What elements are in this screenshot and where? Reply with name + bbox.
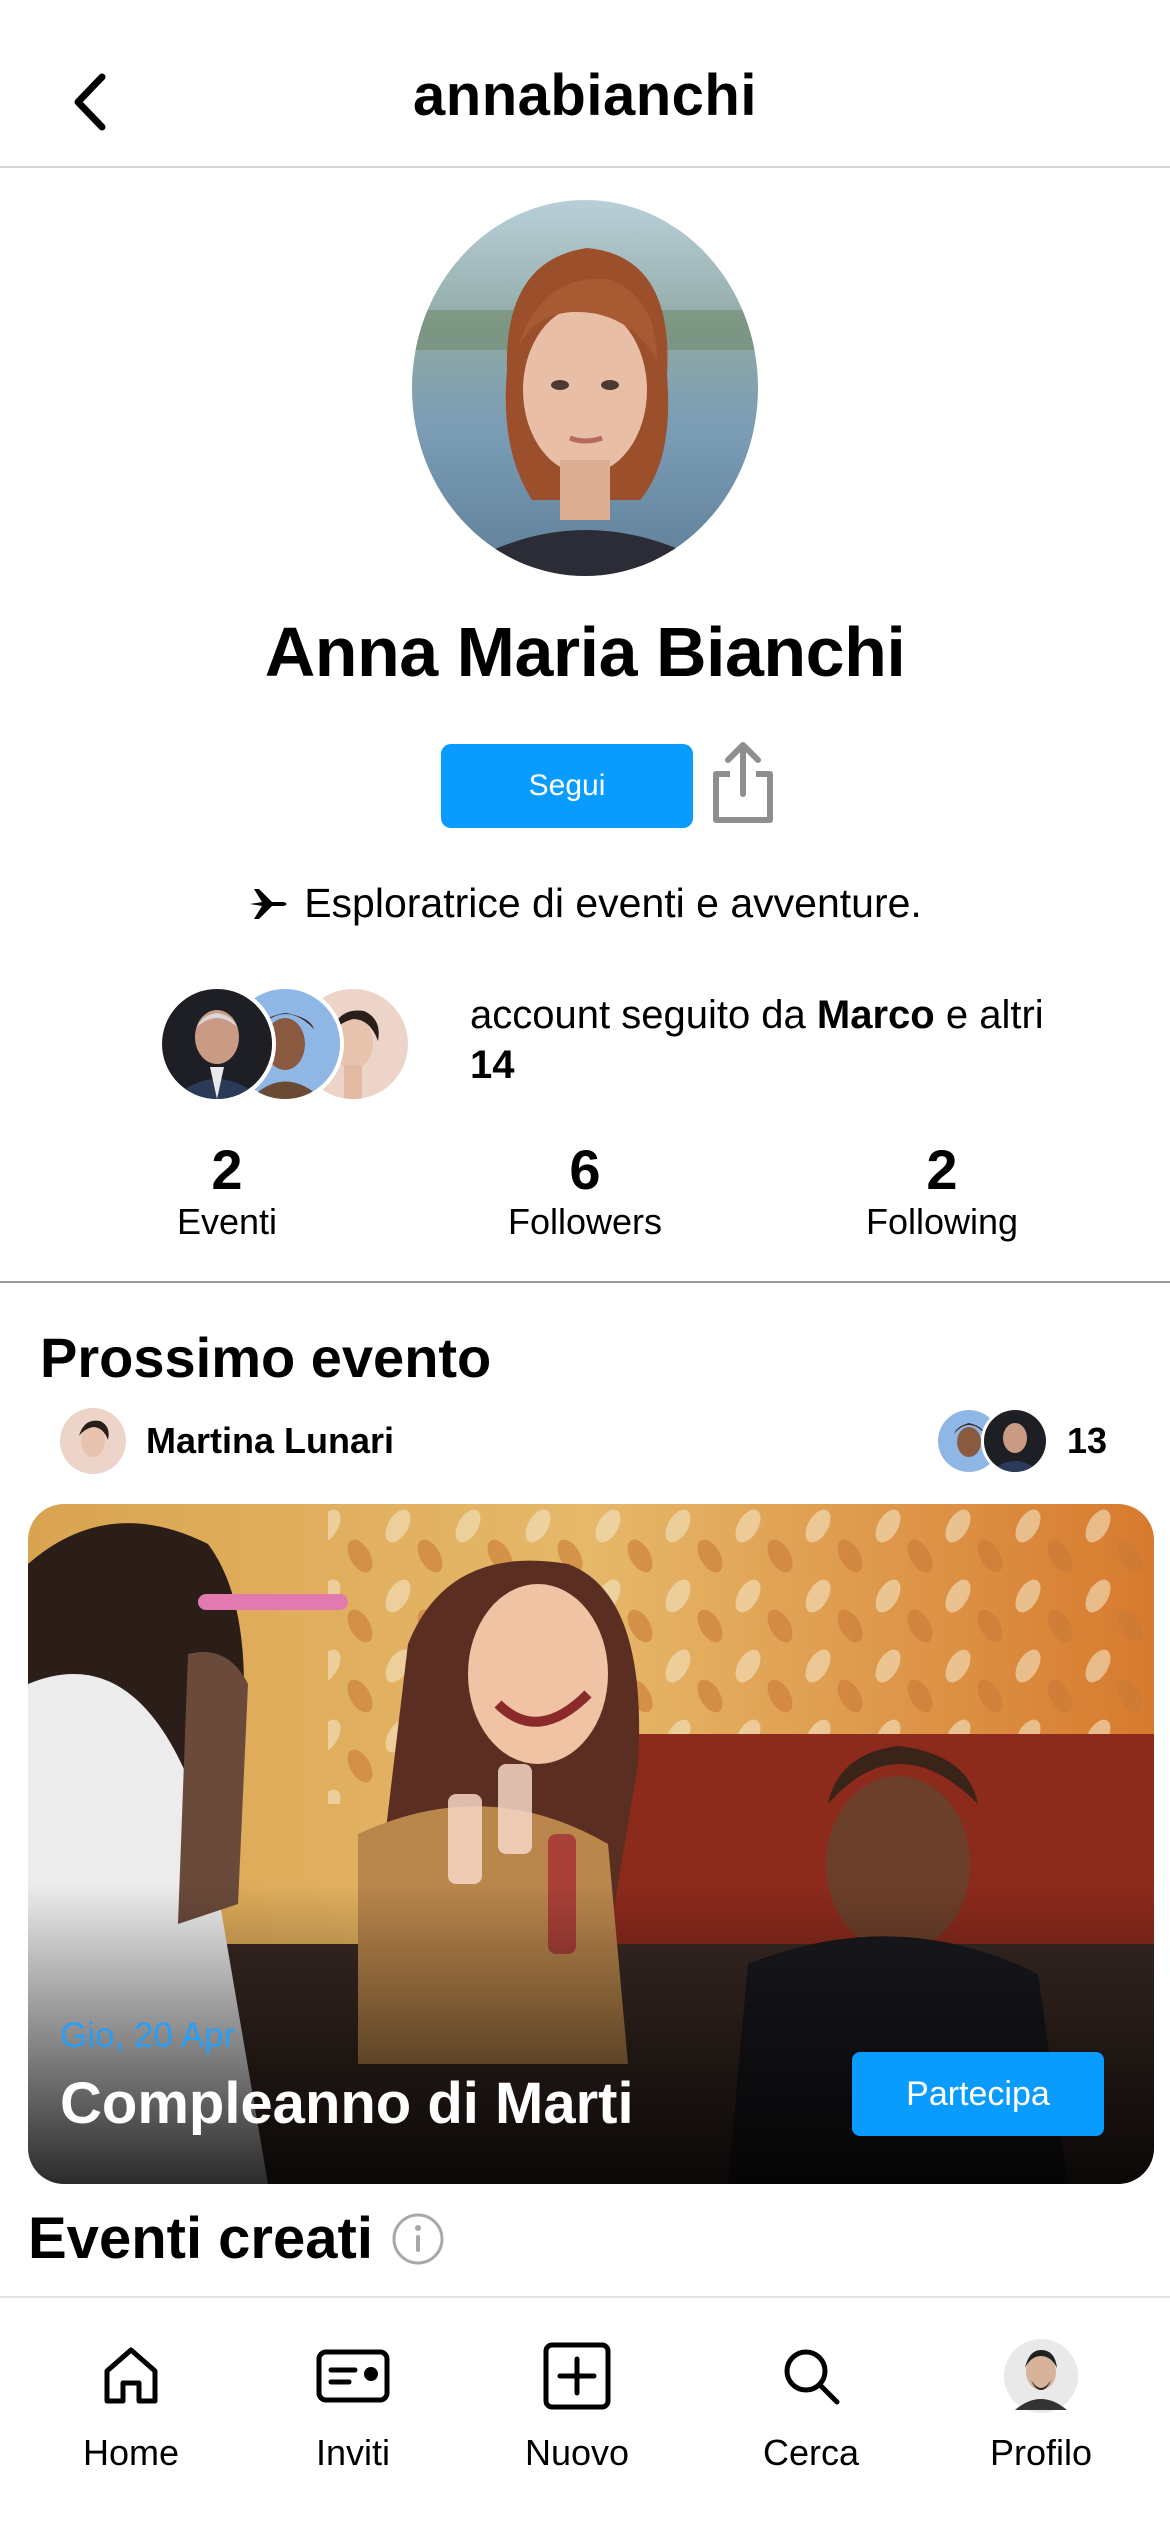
bottom-tab-bar: Home Inviti Nuovo Cerca Profilo [0, 2296, 1170, 2547]
host-avatar [60, 1408, 126, 1474]
top-bar: annabianchi [0, 0, 1170, 168]
followed-by-text: account seguito da Marco e altri 14 [470, 990, 1050, 1090]
tab-profile[interactable]: Profilo [946, 2334, 1136, 2474]
join-event-button[interactable]: Partecipa [852, 2052, 1104, 2136]
tab-label: Cerca [762, 2432, 860, 2473]
mutual-followers-avatars[interactable] [158, 985, 418, 1103]
followed-by-prefix: account seguito da [470, 993, 817, 1037]
avatar [1004, 2339, 1078, 2413]
host-name: Martina Lunari [146, 1420, 395, 1461]
guest-count: 13 [1067, 1420, 1108, 1461]
event-date: Gio, 20 Apr [60, 2016, 236, 2055]
stat-value: 2 [926, 1138, 958, 1201]
stat-label: Eventi [176, 1201, 278, 1242]
stat-value: 2 [211, 1138, 243, 1201]
ticket-icon [316, 2349, 390, 2403]
event-guests[interactable]: 13 [935, 1406, 1107, 1476]
followed-by-count[interactable]: 14 [470, 1043, 515, 1087]
tab-label: Home [82, 2432, 180, 2473]
avatar [981, 1407, 1049, 1475]
home-icon [104, 2347, 158, 2404]
stat-value: 6 [569, 1138, 601, 1201]
search-icon [784, 2349, 840, 2405]
followed-by-name[interactable]: Marco [817, 993, 935, 1037]
share-icon [713, 742, 773, 823]
share-button[interactable] [705, 736, 781, 830]
section-title-next-event: Prossimo evento [40, 1326, 492, 1389]
profile-screen: annabianchi Anna Maria Bianchi Segui Esp… [0, 0, 1170, 2547]
tab-label: Nuovo [524, 2432, 630, 2473]
followed-by-mid: e altri [934, 993, 1044, 1037]
event-host[interactable]: Martina Lunari [60, 1408, 394, 1474]
divider [0, 1281, 1170, 1283]
stat-label: Followers [507, 1201, 663, 1242]
avatar [158, 985, 276, 1103]
profile-avatar [412, 200, 758, 576]
stat-followers[interactable]: 6 Followers [435, 1140, 735, 1244]
event-title: Compleanno di Marti [60, 2071, 634, 2136]
stat-following[interactable]: 2 Following [792, 1140, 1092, 1244]
follow-button[interactable]: Segui [441, 744, 693, 828]
profile-stats: 2 Eventi 6 Followers 2 Following [0, 1140, 1170, 1260]
stat-events[interactable]: 2 Eventi [77, 1140, 377, 1244]
tab-home[interactable]: Home [36, 2334, 226, 2474]
tab-search[interactable]: Cerca [716, 2334, 906, 2474]
bio-text: Esploratrice di eventi e avventure. [304, 880, 922, 926]
event-card[interactable]: Gio, 20 Apr Compleanno di Marti Partecip… [28, 1504, 1154, 2184]
plus-square-icon [543, 2342, 611, 2410]
section-title-created-events: Eventi creati [28, 2205, 445, 2272]
info-icon[interactable] [391, 2212, 445, 2266]
airplane-icon [250, 888, 287, 919]
tab-label: Inviti [315, 2432, 391, 2473]
created-events-title: Eventi creati [28, 2206, 373, 2271]
profile-name: Anna Maria Bianchi [264, 613, 906, 691]
tab-new[interactable]: Nuovo [482, 2334, 672, 2474]
tab-invites[interactable]: Inviti [258, 2334, 448, 2474]
stat-label: Following [865, 1201, 1019, 1242]
profile-bio: Esploratrice di eventi e avventure. [0, 880, 1170, 927]
page-title: annabianchi [413, 63, 757, 128]
tab-label: Profilo [989, 2432, 1093, 2473]
